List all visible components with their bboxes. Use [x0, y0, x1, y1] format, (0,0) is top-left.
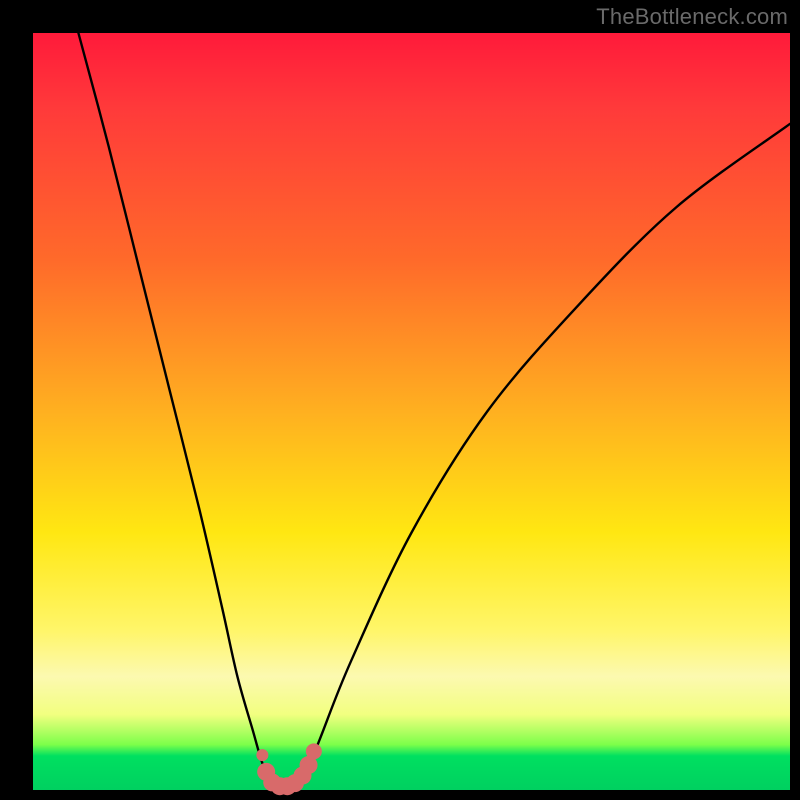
bottleneck-curve [78, 33, 790, 787]
highlight-dots [256, 743, 321, 795]
chart-svg [33, 33, 790, 790]
highlight-dot [256, 749, 268, 761]
watermark-text: TheBottleneck.com [596, 4, 788, 30]
highlight-dot [306, 743, 322, 759]
chart-frame: TheBottleneck.com [0, 0, 800, 800]
